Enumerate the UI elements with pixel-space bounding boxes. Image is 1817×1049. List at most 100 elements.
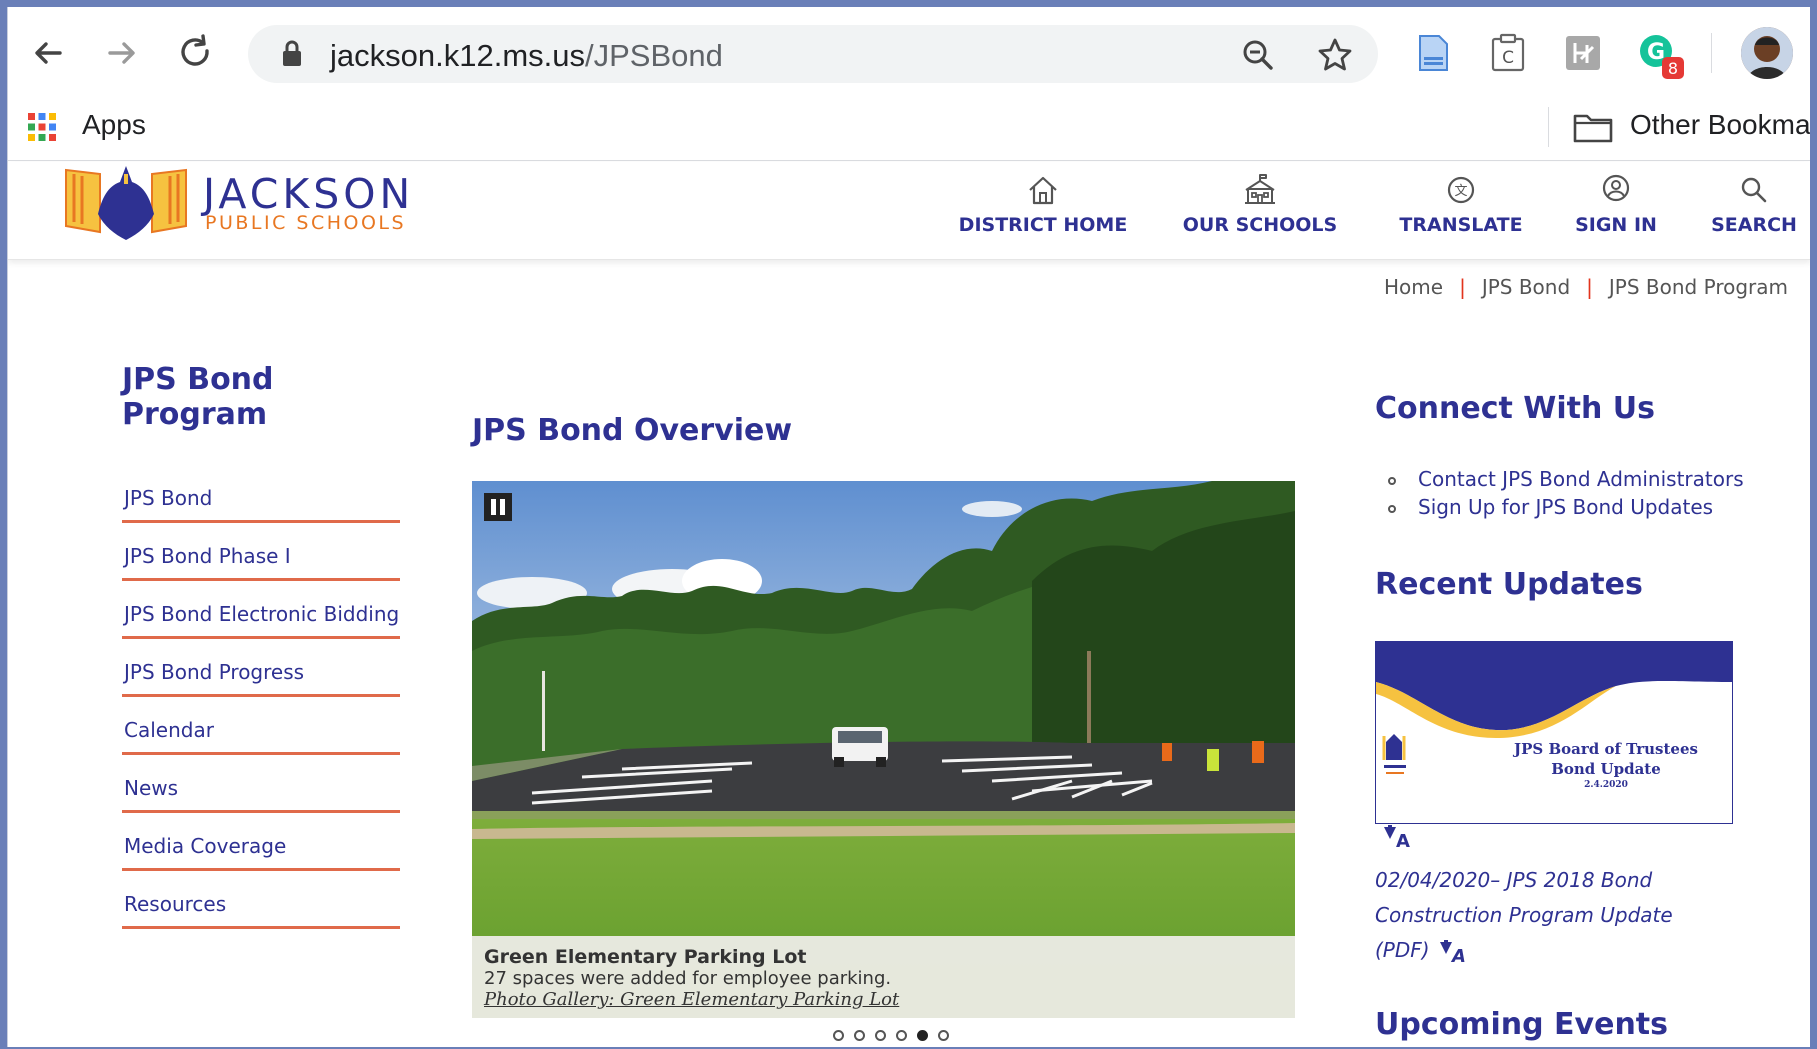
nav-label: TRANSLATE: [1399, 214, 1523, 236]
home-icon: [1029, 176, 1057, 205]
forward-icon[interactable]: [100, 31, 144, 75]
lock-icon: [283, 40, 301, 66]
breadcrumb-home[interactable]: Home: [1384, 275, 1443, 299]
browser-window: jackson.k12.ms.us/JPSBond C G8 Apps Othe…: [7, 7, 1810, 1047]
left-nav-item-jps-bond[interactable]: JPS Bond: [122, 465, 400, 523]
left-nav-item-calendar[interactable]: Calendar: [122, 697, 400, 755]
contact-administrators-link[interactable]: Contact JPS Bond Administrators: [1388, 467, 1744, 491]
nav-label: SEARCH: [1711, 214, 1797, 236]
accessibility-pdf-icon[interactable]: A: [1380, 825, 1420, 853]
url-host: jackson.k12.ms.us: [330, 38, 585, 73]
left-nav-item-media-coverage[interactable]: Media Coverage: [122, 813, 400, 871]
slide-dot[interactable]: [833, 1030, 844, 1041]
slide-caption-title: Green Elementary Parking Lot: [484, 946, 807, 968]
breadcrumb-separator: |: [1586, 275, 1593, 299]
nav-label: OUR SCHOOLS: [1182, 214, 1338, 236]
left-nav-item-progress[interactable]: JPS Bond Progress: [122, 639, 400, 697]
left-nav-label: Calendar: [124, 718, 214, 742]
folder-icon: [1571, 109, 1615, 145]
left-nav-item-electronic-bidding[interactable]: JPS Bond Electronic Bidding: [122, 581, 400, 639]
apps-grid-icon[interactable]: [26, 111, 58, 143]
nav-search[interactable]: SEARCH: [1698, 162, 1810, 260]
left-nav-label: JPS Bond: [124, 486, 213, 510]
slide-caption: Green Elementary Parking Lot 27 spaces w…: [472, 936, 1295, 1018]
reload-icon[interactable]: [174, 31, 218, 75]
left-nav-label: News: [124, 776, 179, 800]
left-nav-label: Resources: [124, 892, 227, 916]
other-bookmarks[interactable]: Other Bookma: [1630, 109, 1810, 141]
nav-label: SIGN IN: [1575, 214, 1657, 236]
left-nav-title: JPS Bond Program: [122, 362, 274, 432]
address-bar[interactable]: jackson.k12.ms.us/JPSBond: [248, 25, 1378, 83]
left-nav-label: Media Coverage: [124, 834, 287, 858]
nav-translate[interactable]: 文 TRANSLATE: [1381, 162, 1541, 260]
bookmarks-bar: Apps Other Bookma: [8, 93, 1810, 161]
left-nav-item-resources[interactable]: Resources: [122, 871, 400, 929]
site-header: JACKSON PUBLIC SCHOOLS DISTRICT HOME OUR…: [8, 162, 1810, 260]
breadcrumb-jps-bond[interactable]: JPS Bond: [1482, 275, 1570, 299]
breadcrumb-current: JPS Bond Program: [1608, 275, 1788, 299]
nav-sign-in[interactable]: SIGN IN: [1556, 162, 1676, 260]
update-thumbnail[interactable]: JPS Board of Trustees Bond Update 2.4.20…: [1375, 641, 1733, 824]
url-text: jackson.k12.ms.us/JPSBond: [330, 38, 723, 74]
user-icon: [1602, 174, 1630, 202]
district-logo[interactable]: [60, 164, 192, 240]
search-icon: [1741, 177, 1767, 203]
sign-up-updates-link[interactable]: Sign Up for JPS Bond Updates: [1388, 495, 1713, 519]
accessibility-pdf-icon: A: [1439, 939, 1466, 967]
grammarly-extension-icon[interactable]: G8: [1638, 33, 1684, 79]
translate-extension-icon[interactable]: [1563, 33, 1603, 73]
svg-text:C: C: [1502, 48, 1514, 68]
link-label: Contact JPS Bond Administrators: [1418, 467, 1744, 491]
left-nav-label: JPS Bond Phase I: [124, 544, 291, 568]
left-nav-label: JPS Bond Progress: [124, 660, 305, 684]
toolbar-divider: [1711, 33, 1712, 73]
slide-dot[interactable]: [854, 1030, 865, 1041]
url-path: /JPSBond: [585, 38, 723, 73]
slide-caption-description: 27 spaces were added for employee parkin…: [484, 968, 892, 989]
breadcrumb: Home | JPS Bond | JPS Bond Program: [1384, 275, 1788, 299]
translate-icon: 文: [1447, 176, 1475, 204]
bullet-icon: [1388, 504, 1396, 513]
bullet-icon: [1388, 476, 1396, 485]
update-banner-graphic: [1376, 642, 1732, 774]
profile-avatar[interactable]: [1741, 27, 1793, 79]
connect-heading: Connect With Us: [1375, 391, 1655, 426]
thumb-date: 2.4.2020: [1584, 780, 1628, 790]
bookmarks-divider: [1548, 107, 1549, 147]
zoom-icon[interactable]: [1240, 37, 1276, 73]
thumb-subtitle: Bond Update: [1551, 760, 1661, 778]
left-nav-label: JPS Bond Electronic Bidding: [124, 602, 400, 626]
thumb-title: JPS Board of Trustees: [1514, 740, 1698, 758]
slide-dot[interactable]: [896, 1030, 907, 1041]
nav-label: DISTRICT HOME: [958, 214, 1128, 236]
slide-dot[interactable]: [938, 1030, 949, 1041]
breadcrumb-separator: |: [1459, 275, 1466, 299]
page-title: JPS Bond Overview: [472, 413, 793, 448]
svg-text:文: 文: [1454, 184, 1467, 199]
svg-text:A: A: [1450, 946, 1466, 964]
left-nav-item-news[interactable]: News: [122, 755, 400, 813]
photo-slideshow[interactable]: Green Elementary Parking Lot 27 spaces w…: [472, 481, 1295, 1018]
left-nav-item-phase-i[interactable]: JPS Bond Phase I: [122, 523, 400, 581]
recent-update-link[interactable]: 02/04/2020– JPS 2018 Bond Construction P…: [1375, 863, 1705, 968]
back-icon[interactable]: [26, 31, 70, 75]
recent-updates-heading: Recent Updates: [1375, 567, 1643, 602]
bookmark-star-icon[interactable]: [1316, 36, 1354, 74]
nav-district-home[interactable]: DISTRICT HOME: [954, 162, 1132, 260]
slide-dot-active[interactable]: [917, 1030, 928, 1041]
apps-bookmark[interactable]: Apps: [82, 109, 146, 141]
docs-extension-icon[interactable]: [1413, 33, 1453, 73]
photo-gallery-link[interactable]: Photo Gallery: Green Elementary Parking …: [484, 989, 1283, 1010]
clipboard-extension-icon[interactable]: C: [1488, 33, 1528, 73]
slide-dot[interactable]: [875, 1030, 886, 1041]
update-link-text: 02/04/2020– JPS 2018 Bond Construction P…: [1375, 868, 1673, 962]
brand-title[interactable]: JACKSON: [203, 170, 414, 218]
pause-icon[interactable]: [484, 493, 512, 521]
browser-toolbar: jackson.k12.ms.us/JPSBond C G8: [8, 7, 1810, 93]
svg-text:8: 8: [1668, 59, 1678, 78]
svg-text:A: A: [1396, 831, 1410, 849]
brand-subtitle: PUBLIC SCHOOLS: [205, 212, 407, 234]
link-label: Sign Up for JPS Bond Updates: [1418, 495, 1714, 519]
nav-our-schools[interactable]: OUR SCHOOLS: [1168, 162, 1352, 260]
